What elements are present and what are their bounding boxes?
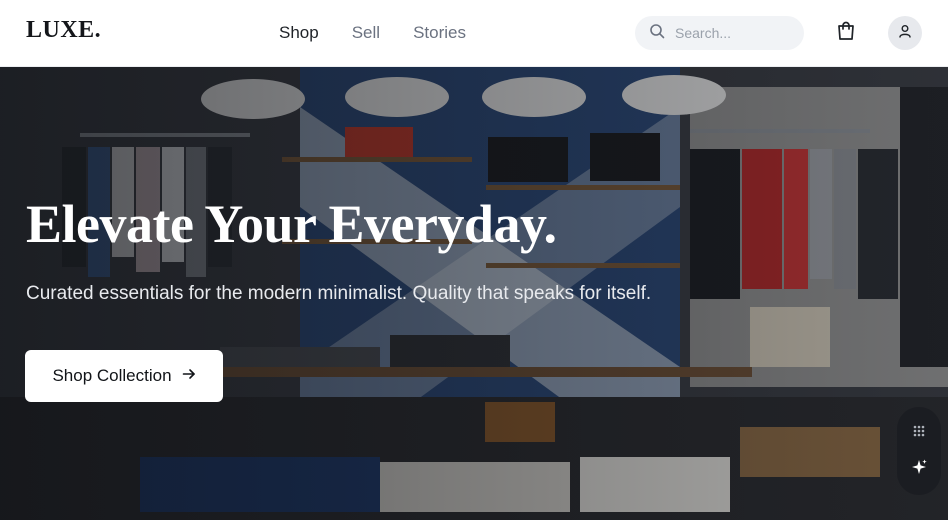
shopping-bag-icon — [834, 19, 858, 48]
grid-menu-button[interactable] — [905, 419, 933, 447]
cart-button[interactable] — [830, 17, 862, 49]
user-icon — [897, 23, 913, 44]
cta-label: Shop Collection — [52, 366, 172, 385]
sparkle-icon — [910, 458, 928, 481]
nav-item-stories[interactable]: Stories — [413, 23, 466, 43]
hero-title: Elevate Your Everyday. — [26, 194, 557, 254]
search-icon — [649, 23, 665, 44]
nav-item-sell[interactable]: Sell — [352, 23, 380, 43]
arrow-right-icon — [182, 366, 196, 386]
hero-section: Elevate Your Everyday. Curated essential… — [0, 67, 948, 520]
top-nav-bar: LUXE. Shop Sell Stories — [0, 0, 948, 67]
main-nav: Shop Sell Stories — [279, 23, 466, 43]
ai-sparkle-button[interactable] — [905, 455, 933, 483]
search-input[interactable] — [675, 25, 795, 41]
nav-item-shop[interactable]: Shop — [279, 23, 319, 43]
user-avatar-button[interactable] — [888, 16, 922, 50]
hero-subtitle: Curated essentials for the modern minima… — [26, 283, 652, 304]
floating-toolbar — [897, 407, 941, 495]
brand-logo[interactable]: LUXE. — [26, 17, 101, 44]
search-bar — [635, 16, 804, 50]
grid-dots-icon — [912, 424, 926, 443]
shop-collection-button[interactable]: Shop Collection — [25, 350, 223, 402]
